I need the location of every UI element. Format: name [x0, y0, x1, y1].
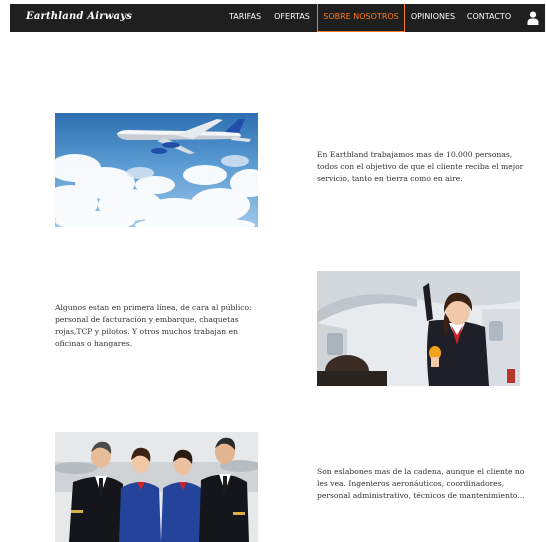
section-2-text: Algunos estan en primera línea, de cara … [55, 303, 252, 348]
nav-ofertas[interactable]: OFERTAS [271, 4, 313, 32]
nav-contacto[interactable]: CONTACTO [464, 4, 514, 32]
nav-sobre-nosotros[interactable]: SOBRE NOSOTROS [317, 4, 405, 32]
airplane-sky-image [55, 113, 258, 227]
nav-opiniones[interactable]: OPINIONES [408, 4, 458, 32]
user-icon[interactable] [527, 11, 539, 25]
top-navbar: Earthland Airways TARIFAS OFERTAS SOBRE … [10, 4, 545, 32]
brand-logo[interactable]: Earthland Airways [26, 11, 132, 22]
nav-tarifas[interactable]: TARIFAS [224, 4, 266, 32]
section-1-text: En Earthland trabajamos mas de 10.000 pe… [317, 150, 524, 183]
section-3-text: Son eslabones mas de la cadena, aunque e… [317, 467, 525, 500]
crew-team-image [55, 432, 258, 542]
flight-attendant-image [317, 271, 520, 386]
